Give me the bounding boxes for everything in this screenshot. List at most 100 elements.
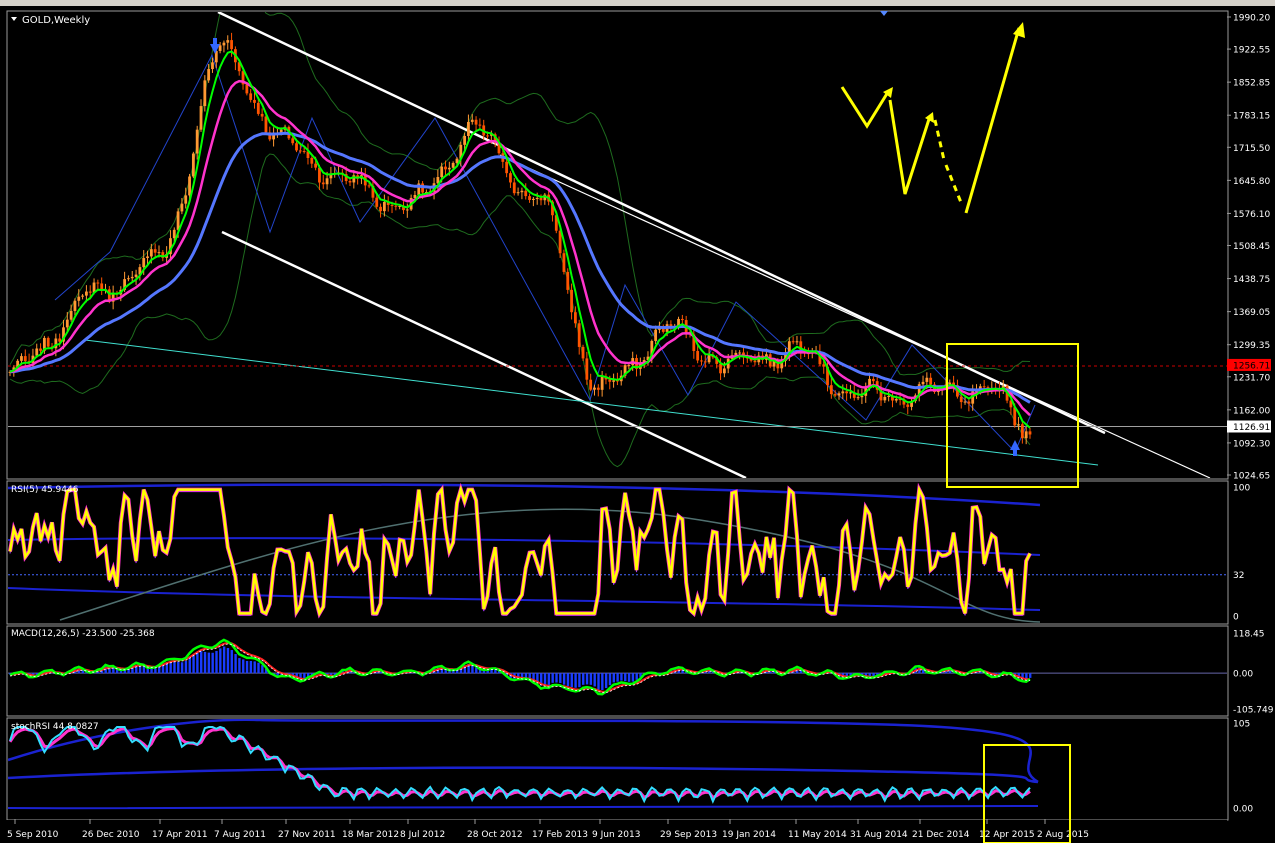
- candle-body: [88, 291, 92, 293]
- macd-histogram-bar: [543, 673, 547, 685]
- stochrsi-panel-label: stochRSI 44 8.0827: [11, 722, 99, 732]
- candle-body: [440, 166, 444, 178]
- candle-body: [451, 162, 455, 168]
- candle-body: [153, 249, 157, 253]
- price-tick-label: 1231.70: [1233, 373, 1270, 383]
- macd-tick-label: 118.45: [1233, 630, 1265, 640]
- candle-body: [199, 106, 203, 130]
- candle-body: [260, 113, 264, 117]
- candle-body: [577, 323, 581, 347]
- date-tick-label: 29 Sep 2013: [660, 830, 717, 840]
- candle-body: [302, 151, 306, 153]
- date-tick-label: 11 May 2014: [788, 830, 847, 840]
- rsi-tick-label: 32: [1233, 571, 1244, 581]
- candle-body: [593, 387, 596, 390]
- candle-body: [612, 380, 615, 382]
- rsi-upper-envelope: [8, 483, 1041, 507]
- macd-histogram-bar: [207, 652, 211, 674]
- channel-lower-line: [221, 230, 747, 478]
- candle-body: [600, 376, 604, 390]
- macd-histogram-bar: [624, 673, 627, 682]
- macd-histogram-bar: [574, 673, 577, 688]
- candle-body: [382, 201, 386, 212]
- candle-body: [478, 124, 482, 126]
- candle-body: [23, 356, 27, 362]
- candle-body: [77, 296, 81, 301]
- candle-body: [127, 278, 130, 280]
- rsi-tick-label: 100: [1233, 484, 1250, 494]
- projection-zigzag-1: [840, 86, 890, 129]
- macd-histogram-bar: [585, 673, 589, 685]
- rsi-panel: 100 32 0 RSI(5) 45.9446: [8, 482, 1250, 623]
- candle-body: [348, 181, 352, 183]
- projection-dashed-1: [933, 119, 946, 161]
- candle-body: [195, 129, 199, 154]
- ema-mid-line: [9, 79, 1031, 417]
- macd-histogram-bar: [184, 661, 188, 674]
- candle-body: [696, 351, 700, 361]
- candle-body: [295, 143, 298, 151]
- candle-body: [822, 364, 826, 367]
- projection-zigzag-2: [888, 99, 932, 195]
- macd-histogram-bar: [555, 673, 558, 683]
- price-tick-label: 1369.05: [1233, 308, 1270, 318]
- date-tick-label: 5 Sep 2010: [7, 830, 59, 840]
- date-tick-label: 2 Aug 2015: [1037, 830, 1089, 840]
- candle-body: [321, 182, 325, 185]
- macd-histogram-bar: [1029, 673, 1032, 678]
- candle-body: [791, 341, 795, 343]
- candle-body: [291, 138, 295, 144]
- macd-histogram-bar: [616, 673, 619, 682]
- current-price-label: 1126.91: [1233, 423, 1270, 433]
- stochrsi-mid-envelope: [8, 766, 1039, 784]
- macd-histogram-bar: [566, 673, 570, 687]
- macd-histogram-bar: [150, 668, 153, 674]
- macd-histogram-bar: [631, 673, 635, 682]
- macd-histogram-bar: [253, 661, 256, 674]
- panel-border: [6, 10, 1229, 480]
- candle-body: [35, 348, 39, 356]
- macd-histogram-bar: [222, 646, 226, 674]
- macd-histogram-bar: [173, 661, 176, 674]
- macd-histogram-bar: [612, 673, 615, 683]
- date-tick-label: 7 Aug 2011: [214, 830, 266, 840]
- stochrsi-lower-envelope: [8, 805, 1039, 810]
- price-tick-label: 1783.15: [1233, 112, 1270, 122]
- macd-histogram-bar: [551, 673, 554, 683]
- candle-body: [738, 352, 742, 354]
- ema-slow-line: [9, 131, 1031, 404]
- macd-histogram-bar: [192, 654, 195, 674]
- candle-body: [176, 211, 180, 230]
- candle-body: [172, 229, 176, 239]
- candle-body: [264, 116, 268, 133]
- date-tick-label: 18 Mar 2012: [342, 830, 399, 840]
- date-tick-label: 31 Aug 2014: [850, 830, 908, 840]
- candle-body: [528, 196, 531, 200]
- panel-menu-icon[interactable]: [11, 17, 17, 21]
- macd-tick-label: -105.749: [1233, 706, 1274, 716]
- candle-body: [512, 182, 516, 194]
- chart-window: 1256.71 1126.91 1990.20 1922.55 1852.85 1783…: [0, 0, 1275, 843]
- candle-body: [157, 252, 161, 254]
- candle-body: [535, 197, 539, 199]
- stochrsi-tick-label: 0.00: [1233, 805, 1253, 815]
- rsi-panel-label: RSI(5) 45.9446: [11, 485, 79, 495]
- candle-body: [833, 394, 837, 396]
- macd-panel: 118.45 0.00 -105.749 MACD(12,26,5) -23.500…: [8, 629, 1274, 716]
- macd-histogram-bar: [211, 652, 214, 674]
- annotations: [840, 22, 1079, 843]
- candle-body: [883, 396, 887, 401]
- candle-body: [887, 395, 891, 397]
- projection-dashed-2: [944, 164, 964, 206]
- candle-body: [310, 158, 314, 164]
- price-panel: 1256.71 1126.91 1990.20 1922.55 1852.85 1783…: [8, 11, 1271, 482]
- candle-body: [1028, 431, 1032, 435]
- price-tick-label: 1508.45: [1233, 242, 1270, 252]
- macd-histogram-bar: [261, 665, 264, 674]
- macd-histogram-bar: [180, 662, 184, 674]
- candle-body: [654, 329, 658, 341]
- stochrsi-slow-line: [9, 726, 1031, 798]
- date-tick-label: 8 Jul 2012: [400, 830, 445, 840]
- trading-chart[interactable]: 1256.71 1126.91 1990.20 1922.55 1852.85 1783…: [0, 0, 1275, 843]
- projection-rally-arrow-icon: [1013, 22, 1025, 38]
